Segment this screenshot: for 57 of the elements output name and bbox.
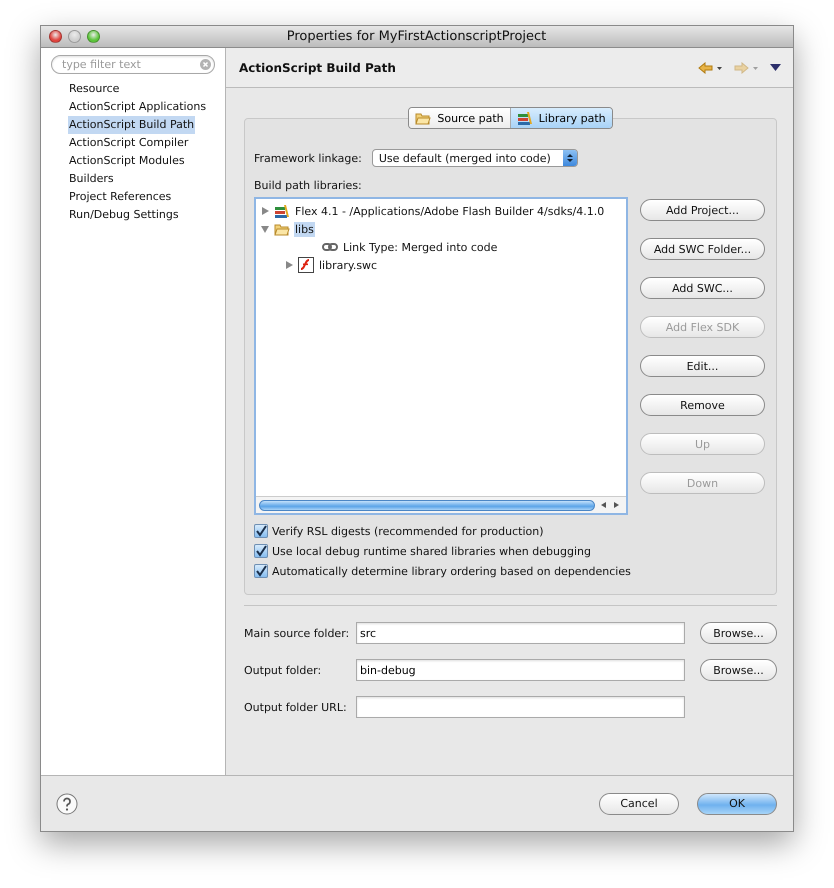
clear-icon[interactable] <box>200 59 211 70</box>
action-button[interactable]: Add Project... <box>640 199 765 221</box>
filter-field[interactable]: type filter text <box>51 55 215 74</box>
checkbox[interactable] <box>254 564 268 578</box>
tab[interactable]: Source path <box>409 108 511 128</box>
sidebar-item[interactable]: ActionScript Build Path <box>68 116 196 134</box>
checkbox-label: Verify RSL digests (recommended for production) <box>272 524 544 538</box>
field-label: Output folder: <box>244 664 322 676</box>
page-title: ActionScript Build Path <box>239 60 396 74</box>
tree-item[interactable]: libs <box>294 222 315 236</box>
input-field[interactable]: src <box>356 622 685 644</box>
expand-arrow-icon[interactable] <box>284 260 294 270</box>
minimize-icon[interactable] <box>68 30 81 43</box>
action-button[interactable]: Add SWC Folder... <box>640 238 765 260</box>
checkbox[interactable] <box>254 544 268 558</box>
tree-item[interactable]: Link Type: Merged into code <box>342 240 498 254</box>
input-field[interactable]: bin-debug <box>356 659 685 681</box>
browse-button[interactable]: Browse... <box>700 659 777 681</box>
action-button[interactable]: Add SWC... <box>640 277 765 299</box>
action-button[interactable]: Edit... <box>640 355 765 377</box>
sidebar-item[interactable]: Run/Debug Settings <box>68 206 180 224</box>
sidebar-item[interactable]: Builders <box>68 170 115 188</box>
sidebar-item[interactable]: ActionScript Modules <box>68 152 186 170</box>
checkbox-label: Automatically determine library ordering based on dependencies <box>272 564 631 578</box>
linkage-label: Framework linkage: <box>254 152 362 164</box>
sidebar-item[interactable]: Resource <box>68 80 120 98</box>
action-button[interactable]: Remove <box>640 394 765 416</box>
horizontal-scrollbar[interactable] <box>256 496 626 513</box>
checkbox-label: Use local debug runtime shared libraries when debugging <box>272 544 591 558</box>
window-title: Properties for MyFirstActionscriptProject <box>286 29 548 44</box>
books-icon <box>274 204 290 218</box>
tab[interactable]: Library path <box>510 108 612 128</box>
input-field[interactable] <box>356 696 685 718</box>
flash-file-icon <box>298 257 314 273</box>
chain-link-icon <box>322 242 338 252</box>
zoom-icon[interactable] <box>87 30 100 43</box>
help-icon[interactable] <box>56 792 78 814</box>
libraries-label: Build path libraries: <box>254 179 363 192</box>
dialog-button[interactable]: OK <box>697 792 777 814</box>
dialog-button[interactable]: Cancel <box>599 792 679 814</box>
books-icon <box>516 111 533 125</box>
sidebar-item[interactable]: Project References <box>68 188 172 206</box>
folder-icon <box>274 222 290 236</box>
tree-item[interactable]: library.swc <box>318 258 378 272</box>
dropdown-arrows-icon <box>562 150 577 166</box>
view-menu-icon[interactable] <box>770 64 781 71</box>
browse-button[interactable]: Browse... <box>700 622 777 644</box>
field-label: Output folder URL: <box>244 700 348 714</box>
field-label: Main source folder: <box>244 626 350 640</box>
close-icon[interactable] <box>49 30 62 43</box>
sidebar-item[interactable]: ActionScript Compiler <box>68 134 190 152</box>
sidebar-item[interactable]: ActionScript Applications <box>68 98 208 116</box>
checkbox[interactable] <box>254 524 268 538</box>
folder-icon <box>415 112 432 124</box>
tree-item[interactable]: Flex 4.1 - /Applications/Adobe Flash Builder 4/sdks/4.1.0 <box>294 204 606 218</box>
back-arrow-icon[interactable] <box>698 62 724 74</box>
linkage-dropdown[interactable]: Use default (merged into code) <box>372 149 578 167</box>
